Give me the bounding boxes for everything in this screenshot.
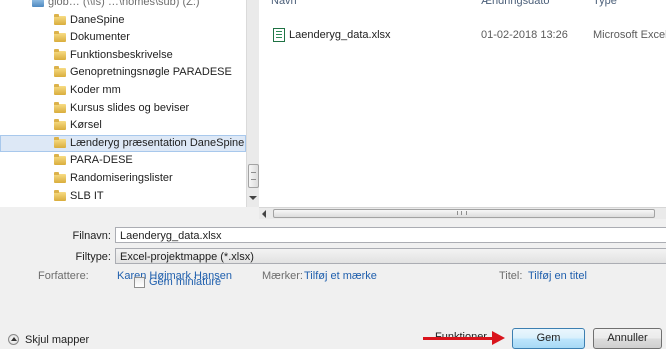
annotation-arrow-line (423, 337, 497, 340)
folder-icon (54, 13, 66, 25)
folder-tree-item[interactable]: Funktionsbeskrivelse (0, 47, 246, 65)
authors-label: Forfattere: (38, 270, 89, 282)
vertical-scroll-thumb[interactable] (248, 164, 259, 188)
scroll-grip-icon (457, 211, 467, 215)
filetype-select[interactable]: Excel-projektmappe (*.xlsx) (115, 248, 666, 264)
file-list-row[interactable]: Laenderyg_data.xlsx 01-02-2018 13:26 Mic… (271, 26, 666, 44)
save-button[interactable]: Gem (512, 328, 585, 349)
folder-tree-item[interactable]: Lænderyg præsentation DaneSpine (0, 134, 246, 153)
folder-icon (54, 171, 66, 183)
folder-icon (54, 66, 66, 78)
column-header-name[interactable]: Navn (271, 0, 297, 8)
filename-input[interactable]: Laenderyg_data.xlsx (115, 227, 666, 243)
folder-tree-item[interactable]: Dokumenter (0, 29, 246, 47)
hide-folders-link[interactable]: Skjul mapper (25, 334, 89, 346)
folder-tree-item-label: glob… (\\fs) …\homes\sub) (Z:) (48, 0, 200, 8)
folder-icon (54, 189, 66, 201)
folder-tree-item[interactable]: SLB IT (0, 188, 246, 206)
folder-tree-pane[interactable]: glob… (\\fs) …\homes\sub) (Z:) DaneSpine D… (0, 0, 258, 207)
filename-label: Filnavn: (72, 230, 111, 242)
folder-icon (54, 154, 66, 166)
scroll-left-arrow-icon[interactable] (262, 210, 266, 218)
folder-icon (54, 136, 66, 148)
collapse-up-icon[interactable] (8, 334, 19, 345)
folder-tree-item-label: Randomiseringslister (70, 171, 173, 184)
file-modified-date: 01-02-2018 13:26 (481, 29, 568, 41)
folder-tree-item-label: SLB IT (70, 189, 104, 202)
cancel-button[interactable]: Annuller (593, 328, 662, 349)
folder-tree-item-label: Genopretningsnøgle PARADESE (70, 66, 232, 79)
folder-tree-item[interactable]: Kørsel (0, 117, 246, 135)
folder-icon (54, 31, 66, 43)
file-type: Microsoft Excel-re... (593, 29, 666, 41)
save-thumbnail-label[interactable]: Gem miniature (149, 276, 221, 288)
folder-tree-item[interactable]: Universe-5-4,Joke-4-2,Trojan-4-2,Virus-5 (0, 205, 246, 207)
folder-tree-drive-item[interactable]: glob… (\\fs) …\homes\sub) (Z:) (0, 0, 246, 12)
file-name: Laenderyg_data.xlsx (289, 29, 391, 41)
folder-tree-item[interactable]: Randomiseringslister (0, 170, 246, 188)
folder-tree-item-label: Lænderyg præsentation DaneSpine (70, 136, 245, 149)
folder-tree-item-label: Dokumenter (70, 31, 130, 44)
filetype-label: Filtype: (75, 251, 111, 263)
scroll-down-arrow-icon[interactable] (249, 196, 257, 200)
tags-label: Mærker: (262, 270, 303, 282)
annotation-arrow-head-icon (492, 331, 505, 345)
folder-tree-item-label: Kørsel (70, 119, 102, 132)
folder-tree-item[interactable]: PARA-DESE (0, 152, 246, 170)
title-label: Titel: (499, 270, 523, 282)
folder-tree-vertical-scrollbar[interactable] (246, 0, 259, 207)
folder-tree-item-label: DaneSpine (70, 13, 125, 26)
folder-icon (54, 119, 66, 131)
folder-tree: glob… (\\fs) …\homes\sub) (Z:) DaneSpine D… (0, 0, 246, 207)
folder-tree-item[interactable]: Kursus slides og beviser (0, 100, 246, 118)
folder-tree-item-label: Kursus slides og beviser (70, 101, 190, 114)
tags-value[interactable]: Tilføj et mærke (304, 270, 377, 282)
network-drive-icon (32, 0, 44, 7)
folder-tree-item-label: PARA-DESE (70, 154, 133, 167)
column-header-date[interactable]: Ændringsdato (481, 0, 550, 8)
folder-icon (54, 101, 66, 113)
column-header-type[interactable]: Type (593, 0, 617, 8)
excel-file-icon (273, 28, 285, 42)
file-list-horizontal-scrollbar[interactable] (259, 207, 666, 219)
folder-tree-item[interactable]: DaneSpine (0, 12, 246, 30)
save-thumbnail-checkbox[interactable] (134, 277, 145, 288)
folder-tree-item-label: Koder mm (70, 83, 121, 96)
folder-icon (54, 48, 66, 60)
folder-icon (54, 83, 66, 95)
title-value[interactable]: Tilføj en titel (528, 270, 587, 282)
file-list-pane[interactable]: Navn Ændringsdato Type Laenderyg_data.xl… (259, 0, 666, 207)
folder-tree-item[interactable]: Genopretningsnøgle PARADESE (0, 64, 246, 82)
folder-tree-item-label: Funktionsbeskrivelse (70, 48, 173, 61)
folder-tree-item[interactable]: Koder mm (0, 82, 246, 100)
horizontal-scroll-thumb[interactable] (273, 209, 655, 218)
